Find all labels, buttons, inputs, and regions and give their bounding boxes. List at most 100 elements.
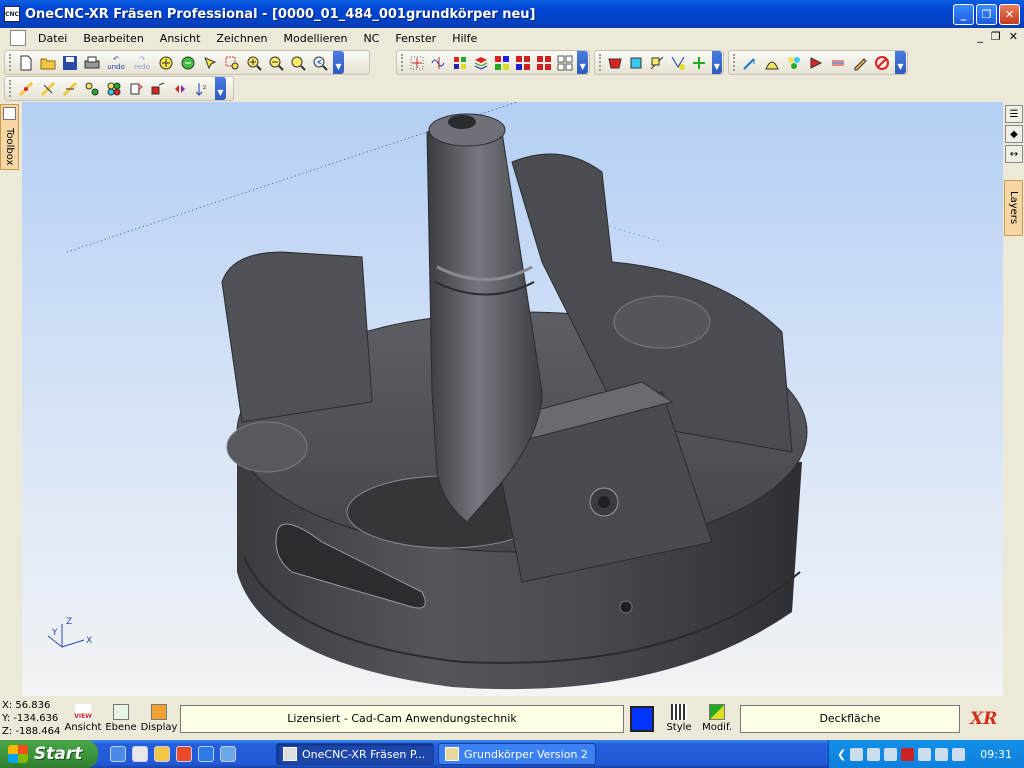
toolbar-grip[interactable]	[401, 54, 404, 71]
print-icon[interactable]	[82, 53, 102, 72]
snap-point-icon[interactable]	[60, 79, 80, 98]
menu-hilfe[interactable]: Hilfe	[444, 32, 485, 45]
tray-icon[interactable]	[918, 747, 932, 761]
zoom-in-icon[interactable]	[244, 53, 264, 72]
quicklaunch-icon[interactable]	[110, 746, 126, 762]
grid-small-icon[interactable]	[450, 53, 469, 72]
new-file-icon[interactable]	[16, 53, 36, 72]
restore-button[interactable]: ❐	[976, 4, 997, 25]
zoom-all-icon[interactable]	[178, 53, 198, 72]
plane-button[interactable]: Ebene	[102, 704, 140, 733]
zoom-previous-icon[interactable]	[310, 53, 330, 72]
grid-red-icon[interactable]	[513, 53, 532, 72]
transform-icon[interactable]	[690, 53, 709, 72]
redo-button[interactable]: ↷ redo	[130, 53, 154, 72]
zoom-cursor-icon[interactable]	[156, 53, 176, 72]
shaded-solid-icon[interactable]	[606, 53, 625, 72]
start-button[interactable]: Start	[0, 740, 98, 768]
diamond-icon[interactable]: ◆	[1005, 125, 1023, 143]
tray-icon[interactable]	[867, 747, 881, 761]
volume-icon[interactable]	[952, 747, 966, 761]
onecnc-app-icon[interactable]: CNC	[4, 6, 20, 22]
quicklaunch-icon[interactable]	[220, 746, 236, 762]
mdi-minimize-button[interactable]: _	[977, 30, 983, 43]
drill-icon[interactable]	[806, 53, 826, 72]
menu-fenster[interactable]: Fenster	[387, 32, 444, 45]
graphics-viewport[interactable]: Z Y X	[22, 102, 1003, 696]
cancel-icon[interactable]	[872, 53, 892, 72]
minimize-button[interactable]: _	[953, 4, 974, 25]
menu-ansicht[interactable]: Ansicht	[152, 32, 209, 45]
task-onecnc[interactable]: OneCNC-XR Fräsen P...	[276, 743, 434, 765]
pan-icon[interactable]	[200, 53, 220, 72]
layers-tab[interactable]: Layers	[1004, 180, 1023, 236]
toolbar-overflow-button[interactable]: ▼	[711, 51, 722, 74]
zoom-fit-icon[interactable]	[288, 53, 308, 72]
zoom-out-icon[interactable]	[266, 53, 286, 72]
current-color-swatch[interactable]	[630, 705, 654, 732]
undo-button[interactable]: ↶ undo	[104, 53, 128, 72]
menu-zeichnen[interactable]: Zeichnen	[208, 32, 275, 45]
grid-colors-icon[interactable]	[534, 53, 553, 72]
menu-bearbeiten[interactable]: Bearbeiten	[75, 32, 151, 45]
toolbar-overflow-button[interactable]: ▼	[895, 51, 906, 74]
toolbar-grip[interactable]	[599, 54, 602, 71]
open-folder-icon[interactable]	[38, 53, 58, 72]
grid-blank-icon[interactable]	[555, 53, 574, 72]
toolbox-tab[interactable]: Toolbox	[0, 104, 19, 170]
mdi-close-button[interactable]: ✕	[1009, 30, 1018, 43]
dome-icon[interactable]	[762, 53, 782, 72]
tray-icon[interactable]	[850, 747, 864, 761]
toolbar-grip[interactable]	[9, 80, 12, 97]
menu-nc[interactable]: NC	[355, 32, 387, 45]
dimension-icon[interactable]: ↔	[1005, 145, 1023, 163]
toolbar-grip[interactable]	[733, 54, 736, 71]
toolbar-grip[interactable]	[9, 54, 12, 71]
wave-icon[interactable]	[429, 53, 448, 72]
document-icon[interactable]	[10, 30, 26, 46]
mirror-icon[interactable]	[170, 79, 190, 98]
toolpath-icon[interactable]	[828, 53, 848, 72]
palette-icon[interactable]	[492, 53, 511, 72]
snap-end-icon[interactable]	[16, 79, 36, 98]
flower-icon[interactable]	[784, 53, 804, 72]
quicklaunch-icon[interactable]	[154, 746, 170, 762]
display-button[interactable]: Display	[140, 704, 178, 733]
snap-grid-icon[interactable]	[408, 53, 427, 72]
sort-icon[interactable]: z	[192, 79, 212, 98]
move-icon[interactable]	[148, 79, 168, 98]
close-button[interactable]: ✕	[999, 4, 1020, 25]
save-icon[interactable]	[60, 53, 80, 72]
select-group-icon[interactable]	[82, 79, 102, 98]
toolbar-overflow-button[interactable]: ▼	[333, 51, 344, 74]
view-button[interactable]: VIEW Ansicht	[64, 704, 102, 733]
task-grundkoerper[interactable]: Grundkörper Version 2	[438, 743, 596, 765]
toolbar-overflow-button[interactable]: ▼	[215, 77, 226, 100]
quicklaunch-icon[interactable]	[176, 746, 192, 762]
tray-icon[interactable]	[901, 747, 915, 761]
snap-mid-icon[interactable]	[38, 79, 58, 98]
rotate-icon[interactable]	[126, 79, 146, 98]
tray-icon[interactable]	[884, 747, 898, 761]
tray-expand-icon[interactable]: ❮	[837, 748, 846, 761]
section-icon[interactable]	[648, 53, 667, 72]
toolbar-overflow-button[interactable]: ▼	[577, 51, 588, 74]
trim-icon[interactable]	[669, 53, 688, 72]
menu-modellieren[interactable]: Modellieren	[276, 32, 356, 45]
pencil-icon[interactable]	[850, 53, 870, 72]
vector-icon[interactable]	[740, 53, 760, 72]
toolbar-view: ▼	[396, 50, 590, 75]
list-icon[interactable]: ☰	[1005, 105, 1023, 123]
zoom-window-icon[interactable]	[222, 53, 242, 72]
clock[interactable]: 09:31	[980, 748, 1012, 761]
quicklaunch-icon[interactable]	[132, 746, 148, 762]
modify-button[interactable]: Modif.	[698, 704, 736, 733]
select-all-icon[interactable]	[104, 79, 124, 98]
menu-datei[interactable]: Datei	[30, 32, 75, 45]
style-button[interactable]: Style	[660, 704, 698, 733]
cube-icon[interactable]	[627, 53, 646, 72]
ie-icon[interactable]	[198, 746, 214, 762]
layers-stack-icon[interactable]	[471, 53, 490, 72]
tray-icon[interactable]	[935, 747, 949, 761]
mdi-restore-button[interactable]: ❐	[991, 30, 1001, 43]
